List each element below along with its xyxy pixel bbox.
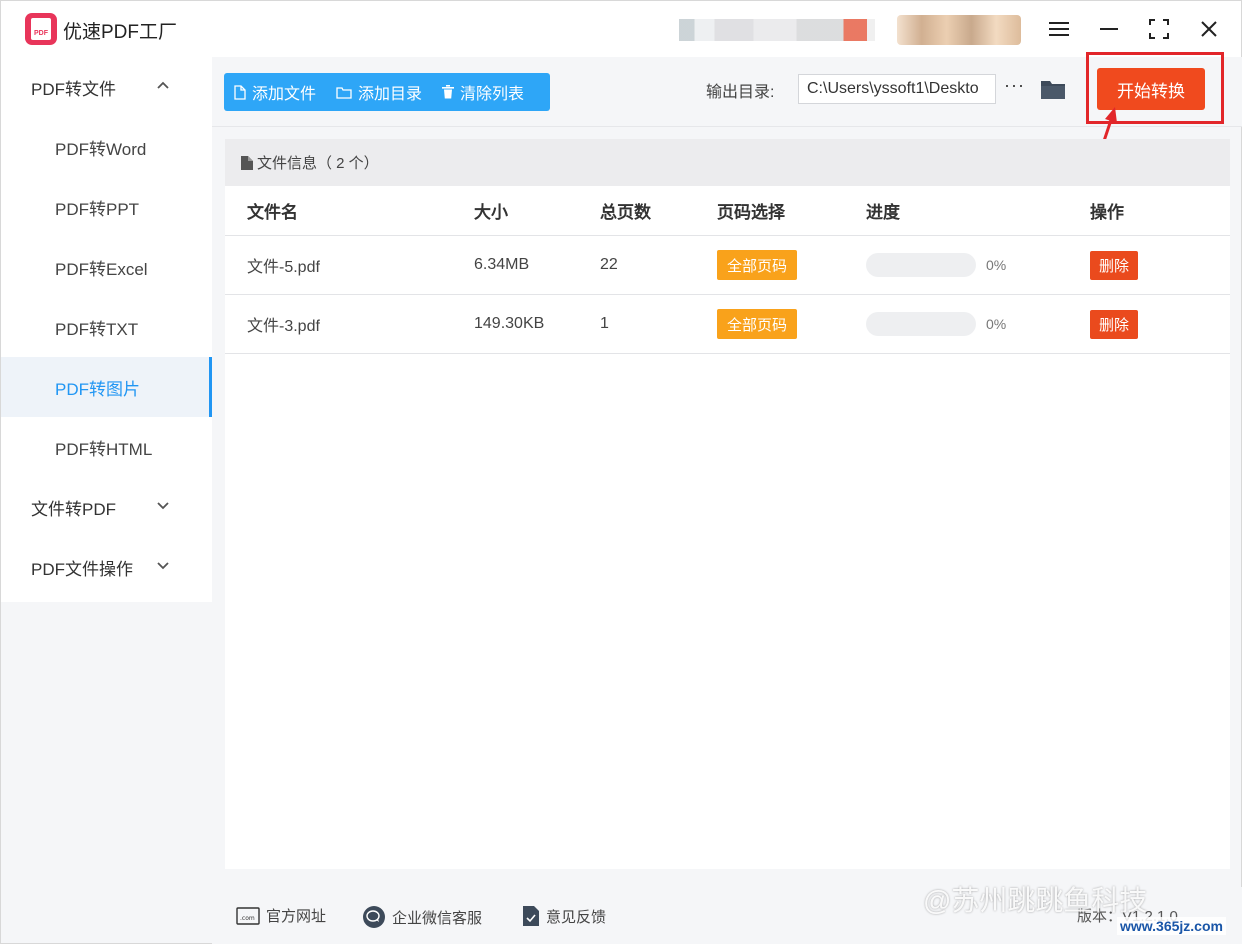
sidebar-item-label: PDF转TXT bbox=[55, 319, 139, 339]
svg-text:.com: .com bbox=[240, 915, 255, 922]
app-logo-text: PDF bbox=[31, 18, 51, 40]
file-icon bbox=[234, 84, 246, 100]
file-info-label: 文件信息（ 2 个） bbox=[257, 155, 379, 172]
sidebar-item-pdf-to-word[interactable]: PDF转Word bbox=[1, 117, 212, 177]
progress-percent: 0% bbox=[986, 316, 1007, 332]
output-directory-input[interactable] bbox=[798, 74, 996, 104]
file-table: 文件信息（ 2 个） 文件名 大小 总页数 页码选择 进度 操作 文件-5.pd… bbox=[225, 139, 1230, 869]
page-select-button[interactable]: 全部页码 bbox=[717, 250, 798, 280]
sidebar-group-label: PDF文件操作 bbox=[31, 559, 133, 579]
column-header-action: 操作 bbox=[1090, 203, 1124, 222]
column-header-progress: 进度 bbox=[866, 203, 900, 222]
delete-button[interactable]: 删除 bbox=[1090, 309, 1139, 339]
sidebar-item-pdf-to-txt[interactable]: PDF转TXT bbox=[1, 297, 212, 357]
column-header-page-select: 页码选择 bbox=[717, 203, 785, 222]
sidebar-item-pdf-to-excel[interactable]: PDF转Excel bbox=[1, 237, 212, 297]
website-label: 官方网址 bbox=[266, 908, 327, 925]
sidebar-group-pdf-operations[interactable]: PDF文件操作 bbox=[1, 537, 212, 597]
sidebar-group-file-to-pdf[interactable]: 文件转PDF bbox=[1, 477, 212, 537]
progress-bar bbox=[866, 253, 976, 277]
app-title: 优速PDF工厂 bbox=[63, 22, 178, 43]
add-directory-button[interactable]: 添加目录 bbox=[326, 73, 432, 111]
file-pages: 1 bbox=[600, 315, 609, 332]
sidebar: PDF转文件 PDF转Word PDF转PPT PDF转Excel PDF转TX… bbox=[1, 57, 212, 602]
file-name: 文件-5.pdf bbox=[247, 259, 320, 276]
file-button-group: 添加文件 添加目录 清除列表 bbox=[224, 73, 550, 111]
close-icon[interactable] bbox=[1193, 13, 1225, 45]
title-bar: PDF 优速PDF工厂 bbox=[1, 1, 1241, 57]
table-header: 文件名 大小 总页数 页码选择 进度 操作 bbox=[225, 186, 1230, 236]
delete-button[interactable]: 删除 bbox=[1090, 250, 1139, 280]
menu-icon[interactable] bbox=[1043, 13, 1075, 45]
column-header-filename: 文件名 bbox=[247, 203, 298, 222]
table-row: 文件-5.pdf 6.34MB 22 全部页码 0% 删除 bbox=[225, 236, 1230, 295]
website-link[interactable]: .com 官方网址 bbox=[236, 905, 326, 926]
sidebar-item-pdf-to-image[interactable]: PDF转图片 bbox=[1, 357, 212, 417]
file-name: 文件-3.pdf bbox=[247, 318, 320, 335]
chevron-down-icon bbox=[157, 562, 169, 570]
clear-list-label: 清除列表 bbox=[460, 86, 525, 103]
sidebar-item-pdf-to-html[interactable]: PDF转HTML bbox=[1, 417, 212, 477]
sidebar-item-pdf-to-ppt[interactable]: PDF转PPT bbox=[1, 177, 212, 237]
feedback-icon bbox=[523, 906, 539, 926]
blurred-account-info bbox=[679, 19, 875, 41]
progress-percent: 0% bbox=[986, 257, 1007, 273]
folder-outline-icon bbox=[336, 86, 352, 99]
clear-list-button[interactable]: 清除列表 bbox=[432, 73, 534, 111]
more-options-icon[interactable]: ··· bbox=[1004, 75, 1025, 96]
sidebar-group-label: PDF转文件 bbox=[31, 79, 116, 99]
app-logo-icon: PDF bbox=[25, 13, 57, 45]
table-row: 文件-3.pdf 149.30KB 1 全部页码 0% 删除 bbox=[225, 295, 1230, 354]
sidebar-item-label: PDF转Word bbox=[55, 139, 147, 159]
watermark-text: @苏州跳跳鱼科技 bbox=[923, 885, 1148, 916]
trash-icon bbox=[442, 85, 455, 99]
output-directory-label: 输出目录: bbox=[706, 84, 775, 101]
feedback-link[interactable]: 意见反馈 bbox=[522, 905, 606, 927]
document-icon bbox=[241, 155, 253, 170]
progress-bar bbox=[866, 312, 976, 336]
file-pages: 22 bbox=[600, 256, 618, 273]
blurred-avatar bbox=[897, 15, 1021, 45]
chevron-up-icon bbox=[157, 81, 169, 89]
sidebar-item-label: PDF转HTML bbox=[55, 439, 153, 459]
site-watermark: www.365jz.com bbox=[1117, 917, 1226, 935]
column-header-pages: 总页数 bbox=[600, 203, 651, 222]
add-file-label: 添加文件 bbox=[252, 86, 317, 103]
page-select-button[interactable]: 全部页码 bbox=[717, 309, 798, 339]
wechat-icon bbox=[363, 906, 385, 928]
file-size: 6.34MB bbox=[474, 256, 530, 273]
wechat-support-link[interactable]: 企业微信客服 bbox=[362, 905, 482, 929]
chevron-down-icon bbox=[157, 502, 169, 510]
file-size: 149.30KB bbox=[474, 315, 545, 332]
maximize-icon[interactable] bbox=[1143, 13, 1175, 45]
sidebar-group-label: 文件转PDF bbox=[31, 499, 116, 519]
sidebar-item-label: PDF转图片 bbox=[55, 379, 140, 399]
website-icon: .com bbox=[236, 906, 260, 925]
folder-icon[interactable] bbox=[1040, 77, 1066, 101]
file-info-header: 文件信息（ 2 个） bbox=[225, 139, 1230, 186]
start-convert-button[interactable]: 开始转换 bbox=[1097, 68, 1205, 110]
minimize-icon[interactable] bbox=[1093, 13, 1125, 45]
add-file-button[interactable]: 添加文件 bbox=[224, 73, 326, 111]
sidebar-item-label: PDF转PPT bbox=[55, 199, 140, 219]
column-header-size: 大小 bbox=[474, 203, 508, 222]
sidebar-group-pdf-to-file[interactable]: PDF转文件 bbox=[1, 57, 212, 117]
app-window: PDF 优速PDF工厂 PDF转文件 PDF转Word PDF转PPT PDF转… bbox=[0, 0, 1242, 944]
wechat-label: 企业微信客服 bbox=[392, 909, 483, 927]
sidebar-item-label: PDF转Excel bbox=[55, 259, 148, 279]
feedback-label: 意见反馈 bbox=[546, 908, 607, 926]
add-directory-label: 添加目录 bbox=[358, 86, 423, 103]
